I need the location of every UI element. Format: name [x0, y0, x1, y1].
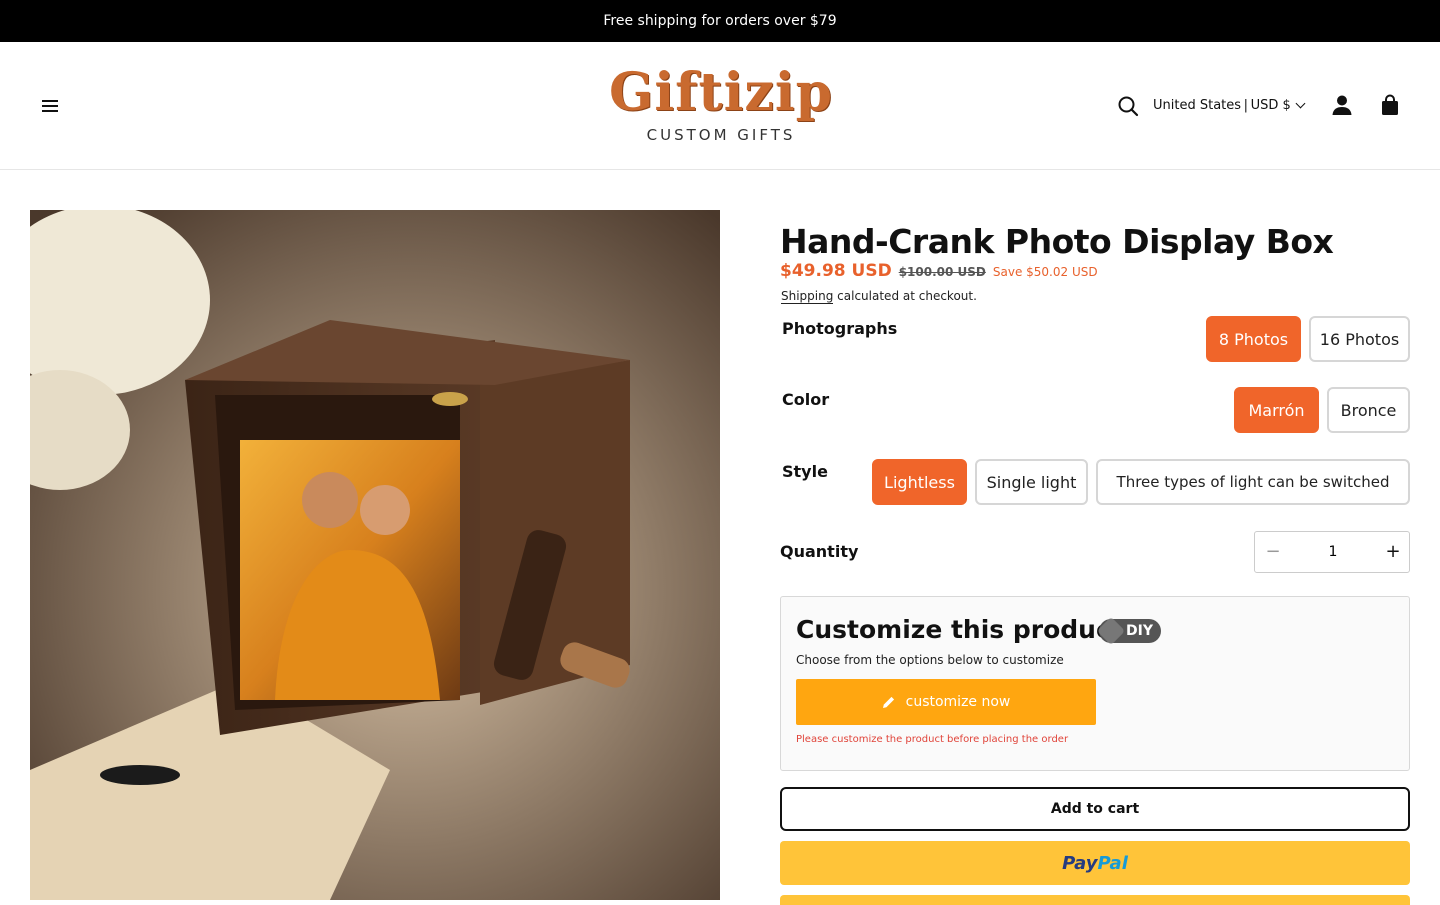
shipping-text: calculated at checkout. — [833, 289, 977, 303]
option-label-photographs: Photographs — [782, 319, 898, 338]
quantity-input[interactable] — [1295, 540, 1371, 564]
option-8-photos[interactable]: 8 Photos — [1206, 316, 1301, 362]
customize-warning: Please customize the product before plac… — [796, 734, 1069, 745]
quantity-increase-button[interactable]: + — [1381, 540, 1405, 564]
logo-wordmark: Giftizip — [609, 62, 833, 123]
customize-now-label: customize now — [905, 694, 1011, 710]
product-image[interactable] — [30, 210, 720, 900]
chevron-down-icon — [1295, 98, 1306, 108]
savings-badge: Save $50.02 USD — [992, 265, 1098, 279]
paypal-logo-pay: Pay — [1062, 852, 1098, 874]
pencil-icon — [882, 696, 894, 708]
menu-icon[interactable] — [40, 97, 60, 115]
account-icon[interactable] — [1331, 94, 1353, 116]
currency-label: United States | USD $ — [1153, 97, 1291, 113]
search-icon[interactable] — [1116, 94, 1140, 118]
shipping-link[interactable]: Shipping — [781, 289, 834, 304]
customize-now-button[interactable]: customize now — [796, 679, 1096, 725]
compare-price: $100.00 USD — [898, 265, 986, 279]
cart-icon[interactable] — [1379, 94, 1401, 116]
quantity-stepper: − + — [1254, 531, 1410, 573]
logo-tagline: CUSTOM GIFTS — [646, 126, 796, 144]
quantity-decrease-button[interactable]: − — [1261, 540, 1285, 564]
country-currency-selector[interactable]: United States | USD $ — [1153, 95, 1306, 115]
option-style-lightless[interactable]: Lightless — [872, 459, 967, 505]
option-style-single-light[interactable]: Single light — [975, 459, 1088, 505]
diy-badge: DIY — [1099, 619, 1161, 643]
option-color-bronce[interactable]: Bronce — [1327, 387, 1410, 433]
customize-subtitle: Choose from the options below to customi… — [796, 653, 1064, 667]
announcement-text: Free shipping for orders over $79 — [603, 13, 837, 29]
logo[interactable]: Giftizip CUSTOM GIFTS — [590, 64, 852, 148]
shipping-note: Shipping calculated at checkout. — [781, 289, 977, 304]
paypal-logo-pal: Pal — [1097, 852, 1128, 874]
sale-price: $49.98 USD — [780, 261, 892, 281]
add-to-cart-button[interactable]: Add to cart — [780, 787, 1410, 831]
more-payment-button[interactable] — [780, 895, 1410, 905]
quantity-label: Quantity — [780, 542, 859, 561]
product-title: Hand-Crank Photo Display Box — [780, 222, 1334, 261]
option-label-style: Style — [782, 462, 828, 481]
diy-badge-text: DIY — [1126, 623, 1153, 639]
option-label-color: Color — [782, 390, 830, 409]
customize-title: Customize this product — [796, 615, 1123, 644]
announcement-bar: Free shipping for orders over $79 — [0, 0, 1440, 42]
option-style-three-types[interactable]: Three types of light can be switched — [1096, 459, 1410, 505]
customize-panel: Customize this product DIY Choose from t… — [780, 596, 1410, 771]
site-header: Giftizip CUSTOM GIFTS United States | US… — [0, 42, 1440, 170]
option-color-marron[interactable]: Marrón — [1234, 387, 1319, 433]
option-16-photos[interactable]: 16 Photos — [1309, 316, 1410, 362]
price-row: $49.98 USD $100.00 USD Save $50.02 USD — [780, 261, 1098, 281]
paypal-button[interactable]: PayPal — [780, 841, 1410, 885]
